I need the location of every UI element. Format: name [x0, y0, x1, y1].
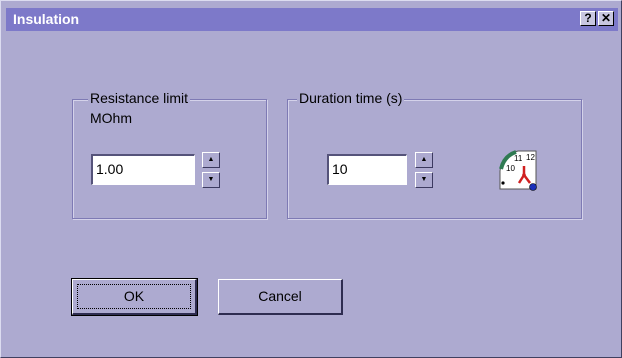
- help-icon: ?: [584, 11, 592, 25]
- duration-time-label: Duration time (s): [297, 90, 405, 107]
- duration-spin-up-button[interactable]: ▲: [415, 152, 433, 168]
- close-icon: ✕: [600, 11, 612, 25]
- arrow-up-icon: ▲: [420, 156, 428, 163]
- clock-label-12: 12: [526, 153, 535, 162]
- resistance-spin-up-button[interactable]: ▲: [202, 152, 220, 168]
- title-bar[interactable]: Insulation ? ✕: [6, 8, 618, 31]
- window-title: Insulation: [13, 11, 80, 27]
- stopwatch-icon: 11 12 10: [499, 150, 537, 191]
- clock-label-11: 11: [514, 154, 523, 163]
- insulation-dialog: Insulation ? ✕ Resistance limit MOhm 1.0…: [0, 0, 622, 358]
- duration-time-input[interactable]: 10: [327, 154, 407, 185]
- close-button[interactable]: ✕: [598, 11, 614, 26]
- cancel-button[interactable]: Cancel: [218, 279, 343, 315]
- resistance-limit-label: Resistance limit: [88, 90, 191, 107]
- ok-button-label: OK: [123, 288, 145, 304]
- arrow-down-icon: ▼: [207, 176, 215, 183]
- resistance-limit-input[interactable]: 1.00: [91, 154, 195, 185]
- ok-button[interactable]: OK: [71, 278, 198, 316]
- help-button[interactable]: ?: [580, 11, 596, 26]
- arrow-down-icon: ▼: [420, 176, 428, 183]
- resistance-spin-down-button[interactable]: ▼: [202, 172, 220, 188]
- resistance-unit-label: MOhm: [90, 110, 132, 126]
- duration-spin-down-button[interactable]: ▼: [415, 172, 433, 188]
- cancel-button-label: Cancel: [258, 288, 302, 304]
- arrow-up-icon: ▲: [207, 156, 215, 163]
- clock-label-10: 10: [506, 164, 515, 173]
